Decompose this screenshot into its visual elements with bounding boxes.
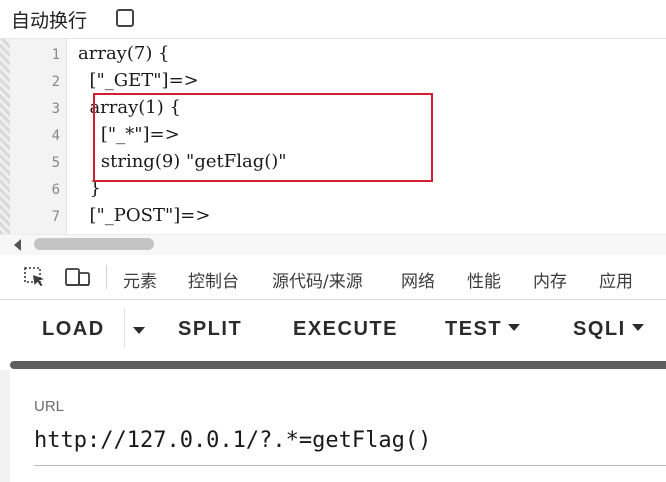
tab-network[interactable]: 网络	[401, 267, 435, 292]
code-line: array(7) {	[78, 43, 170, 64]
split-button[interactable]: SPLIT	[178, 318, 242, 341]
url-panel: URL http://127.0.0.1/?.*=getFlag()	[0, 370, 666, 482]
url-input-underline	[34, 465, 666, 466]
line-number: 4	[51, 128, 60, 144]
element-picker-icon[interactable]	[24, 267, 46, 287]
scroll-left-arrow-icon[interactable]	[14, 239, 21, 251]
chevron-down-icon	[631, 324, 644, 332]
load-dropdown-caret-icon[interactable]	[133, 327, 145, 334]
code-viewer-edge	[0, 39, 10, 234]
chevron-down-icon	[508, 324, 521, 332]
red-highlight-box	[93, 93, 433, 182]
code-viewer: 1 2 3 4 5 6 7 array(7) { ["_GET"]=> arra…	[0, 39, 666, 234]
tab-sources[interactable]: 源代码/来源	[272, 267, 363, 292]
url-field-label: URL	[34, 398, 65, 415]
code-line: ["_GET"]=>	[78, 70, 199, 91]
tab-console[interactable]: 控制台	[188, 267, 239, 292]
line-number-gutter: 1 2 3 4 5 6 7	[10, 39, 67, 234]
wrap-toggle-label: 自动换行	[11, 10, 88, 32]
wrap-toggle-checkbox[interactable]	[116, 9, 134, 27]
sqli-dropdown-label: SQLI	[573, 318, 626, 340]
tab-performance[interactable]: 性能	[467, 267, 501, 292]
toolbar-divider	[106, 265, 107, 289]
tab-memory[interactable]: 内存	[533, 267, 567, 292]
line-number: 6	[51, 182, 60, 198]
execute-button[interactable]: EXECUTE	[293, 318, 398, 341]
hackbar-toolbar: LOAD SPLIT EXECUTE TEST SQLI	[0, 300, 666, 362]
line-number: 3	[51, 101, 60, 117]
line-number: 5	[51, 155, 60, 171]
tab-application[interactable]: 应用	[599, 267, 633, 292]
url-input[interactable]: http://127.0.0.1/?.*=getFlag()	[34, 428, 431, 453]
test-dropdown-label: TEST	[445, 318, 503, 340]
scrollbar-thumb[interactable]	[34, 238, 154, 250]
toolbar-separator-bar	[10, 361, 666, 369]
device-toolbar-icon[interactable]	[65, 267, 91, 287]
line-number: 1	[51, 47, 60, 63]
tab-elements[interactable]: 元素	[123, 267, 157, 292]
code-line: ["_POST"]=>	[78, 205, 211, 226]
load-button[interactable]: LOAD	[42, 318, 105, 341]
line-number: 2	[51, 74, 60, 90]
test-dropdown[interactable]: TEST	[445, 318, 521, 341]
horizontal-scrollbar[interactable]	[0, 234, 666, 255]
url-panel-edge	[0, 370, 10, 482]
load-divider	[124, 308, 125, 348]
line-number: 7	[51, 209, 60, 225]
sqli-dropdown[interactable]: SQLI	[573, 318, 644, 341]
devtools-tab-bar: 元素 控制台 源代码/来源 网络 性能 内存 应用	[0, 255, 666, 300]
wrap-toggle-bar: 自动换行	[0, 0, 666, 39]
